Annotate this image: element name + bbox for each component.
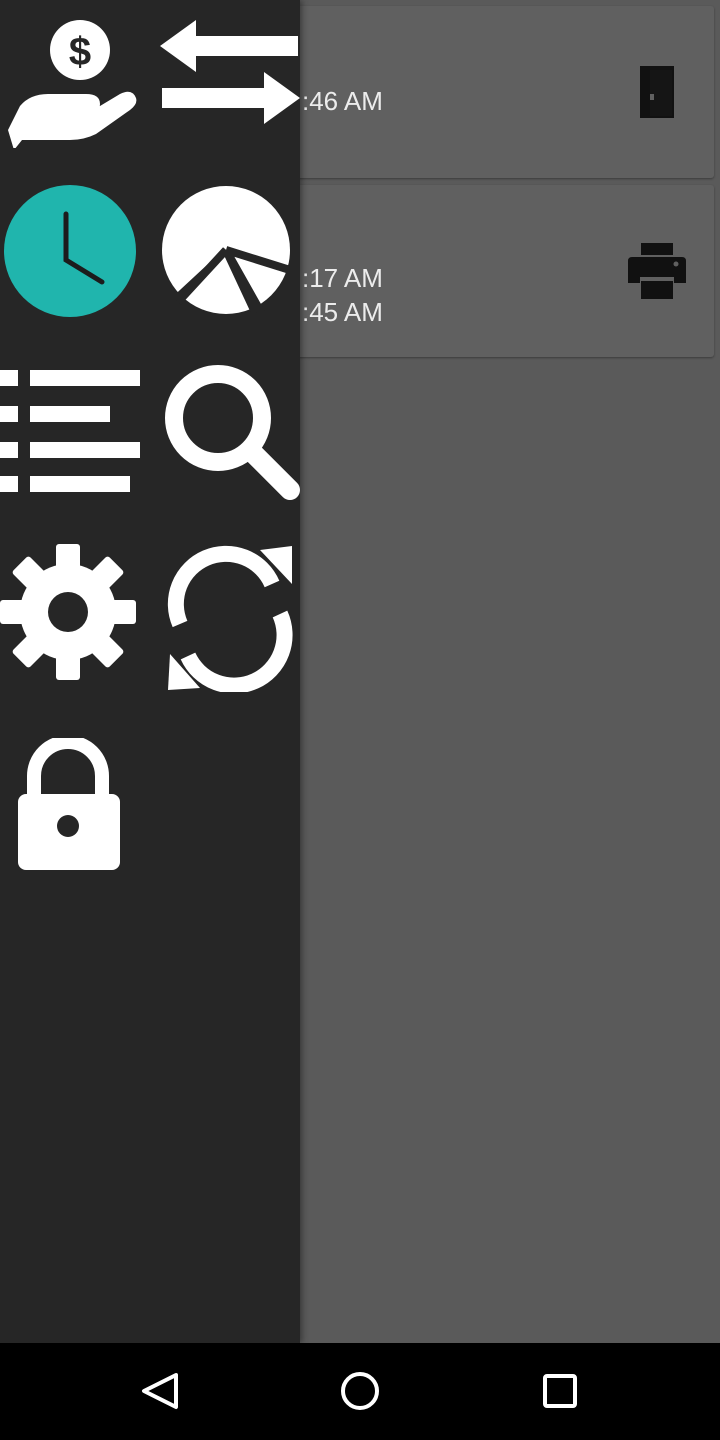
printer-icon[interactable] [628, 243, 686, 303]
back-icon[interactable] [100, 1343, 220, 1440]
pie-chart-icon[interactable] [162, 184, 302, 324]
settings-gear-icon[interactable] [0, 544, 140, 684]
home-icon[interactable] [300, 1343, 420, 1440]
list-item[interactable]: :17 AM :45 AM [294, 185, 714, 357]
door-icon[interactable] [636, 64, 678, 124]
time-text: :45 AM [302, 297, 383, 327]
search-icon[interactable] [162, 362, 302, 502]
clock-icon[interactable] [0, 184, 140, 324]
navigation-drawer: $ [0, 0, 300, 1343]
list-icon[interactable] [0, 370, 140, 510]
system-navigation-bar [0, 1343, 720, 1440]
sync-icon[interactable] [160, 544, 300, 692]
transfer-arrows-icon[interactable] [160, 18, 300, 158]
list-item[interactable]: :46 AM [294, 6, 714, 178]
lock-icon[interactable] [0, 738, 140, 878]
time-text: :17 AM [302, 263, 383, 293]
hand-money-icon[interactable]: $ [0, 18, 140, 158]
time-text: :46 AM [302, 86, 383, 116]
recents-icon[interactable] [500, 1343, 620, 1440]
svg-text:$: $ [69, 30, 91, 74]
